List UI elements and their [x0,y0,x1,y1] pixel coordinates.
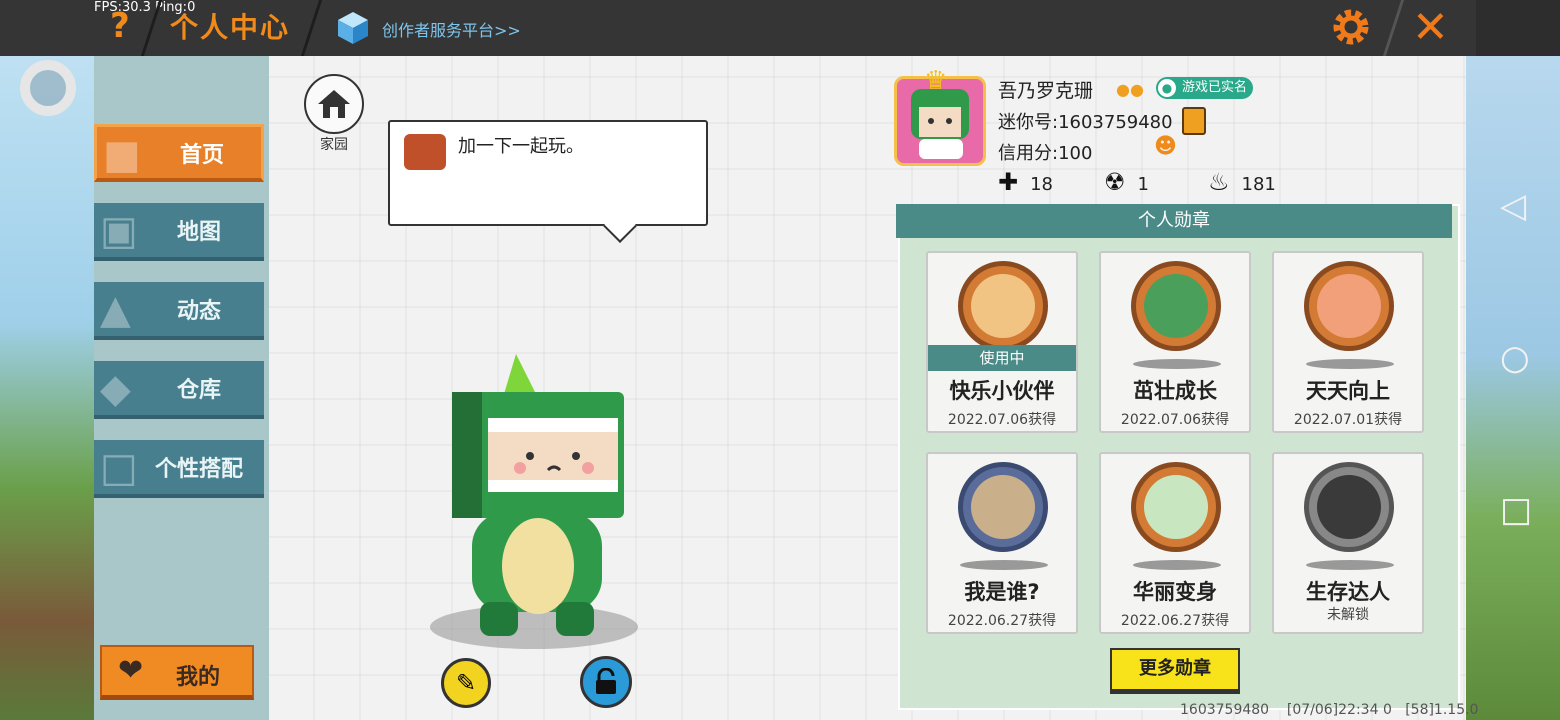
likes-count: 1 [1137,174,1149,195]
sidebar-item-dress-up[interactable]: □ 个性搭配 [94,440,264,498]
sidebar-item-feed[interactable]: ▲ 动态 [94,282,264,340]
recents-icon[interactable]: □ [1500,490,1532,530]
badge-locked-label: 未解锁 [1327,607,1369,623]
badge-card[interactable]: 使用中 快乐小伙伴 2022.07.06获得 [926,251,1078,433]
badge-card[interactable]: 天天向上 2022.07.01获得 [1272,251,1424,433]
badge-name: 我是谁? [964,580,1040,604]
flame-icon: ♨ [1208,168,1230,196]
badge-pedestal [1133,560,1221,570]
page-title: 个人中心 [170,11,291,44]
crown-icon: ♛ [924,66,948,96]
mini-id: 迷你号:1603759480 [998,112,1173,133]
more-badges-button[interactable]: 更多勋章 [1110,648,1240,694]
sidebar-item-home[interactable]: ■ 首页 [94,124,264,182]
player-name: 吾乃罗克珊 [998,80,1094,102]
badge-name: 茁壮成长 [1133,379,1217,403]
sidebar-item-label: 首页 [179,142,224,168]
mine-label: 我的 [176,665,221,690]
copy-icon[interactable] [1182,107,1206,135]
badge-medal-icon [1304,261,1394,351]
cheer-icon: ☢ [1104,168,1126,196]
badge-date: 2022.07.06获得 [947,412,1057,428]
heart-icon: ❤ [118,653,144,688]
house-icon [318,90,350,118]
home-circle-icon[interactable]: ○ [1500,338,1530,378]
signature-bubble[interactable]: 加一下一起玩。 [388,120,708,226]
badge-medal-icon [1131,462,1221,552]
badge-date: 2022.06.27获得 [947,613,1057,629]
badge-name: 天天向上 [1306,379,1390,403]
pencil-icon: ✎ [455,669,477,697]
creator-platform-link[interactable]: 创作者服务平台>> [382,17,521,41]
sidebar-item-label: 动态 [176,299,221,324]
sidebar-item-label: 个性搭配 [154,457,243,482]
badge-card[interactable]: 华丽变身 2022.06.27获得 [1099,452,1251,634]
badge-pedestal [1306,359,1394,369]
in-use-label: 使用中 [928,345,1076,371]
badge-card[interactable]: 茁壮成长 2022.07.06获得 [1099,251,1251,433]
badge-name: 华丽变身 [1133,580,1217,604]
close-icon[interactable]: ✕ [1412,2,1449,53]
badge-medal-icon [1131,261,1221,351]
credit-score: 信用分:100 [998,143,1093,164]
friend-icon[interactable]: ☻ [1154,134,1184,162]
creator-cube-icon [336,10,370,46]
mine-button[interactable]: ❤ 我的 [100,645,254,700]
badge-medal-icon [958,261,1048,351]
badge-pedestal [1133,359,1221,369]
lock-icon [596,668,616,694]
verified-label: 游戏已实名 [1182,80,1248,95]
sidebar-item-label: 地图 [176,220,221,245]
followers-stat: ✚ 18 [998,168,1053,196]
badge-name: 快乐小伙伴 [949,379,1055,403]
bookmark-plus-icon: ✚ [998,168,1019,196]
top-bar-extension [1476,0,1560,56]
badge-pedestal [960,560,1048,570]
badge-date: 2022.07.01获得 [1293,412,1403,428]
badge-medal-icon [958,462,1048,552]
gear-icon[interactable] [1330,6,1372,48]
sidebar: ■ 首页 ▣ 地图 ▲ 动态 ◆ 仓库 □ 个性搭配 [94,56,269,720]
signature-text: 加一下一起玩。 [458,136,584,157]
badge-card[interactable]: 我是谁? 2022.06.27获得 [926,452,1078,634]
lock-button[interactable] [580,656,632,708]
game-background-right [1466,56,1560,720]
person-icon: ● [1158,79,1176,97]
badge-name: 生存达人 [1306,580,1390,604]
sidebar-item-label: 仓库 [176,378,221,403]
badge-medal-icon [1304,462,1394,552]
badges-header: 个人勋章 [896,204,1452,238]
record-button[interactable] [20,60,76,116]
dinosaur-character[interactable] [444,352,634,642]
badge-card-locked[interactable]: 生存达人 未解锁 [1272,452,1424,634]
sidebar-item-map[interactable]: ▣ 地图 [94,203,264,261]
chat-face-icon [404,134,446,170]
mask-icon: ●● [1116,80,1144,99]
help-button[interactable]: ? [110,6,130,46]
heat-count: 181 [1241,174,1276,195]
badge-date: 2022.07.06获得 [1120,412,1230,428]
edit-button[interactable]: ✎ [441,658,491,708]
followers-count: 18 [1030,174,1054,195]
game-background-left [0,56,94,720]
home-label: 家园 [320,137,348,153]
footer-info: 1603759480 [07/06]22:34 0 [58]1.15.0 [1180,702,1479,718]
back-icon[interactable]: ◁ [1500,186,1526,226]
likes-stat: ☢ 1 [1104,168,1149,196]
home-button[interactable] [304,74,364,134]
sidebar-item-warehouse[interactable]: ◆ 仓库 [94,361,264,419]
badge-pedestal [1306,560,1394,570]
heat-stat: ♨ 181 [1208,168,1276,196]
badge-date: 2022.06.27获得 [1120,613,1230,629]
verified-badge: ● 游戏已实名 [1156,77,1254,99]
